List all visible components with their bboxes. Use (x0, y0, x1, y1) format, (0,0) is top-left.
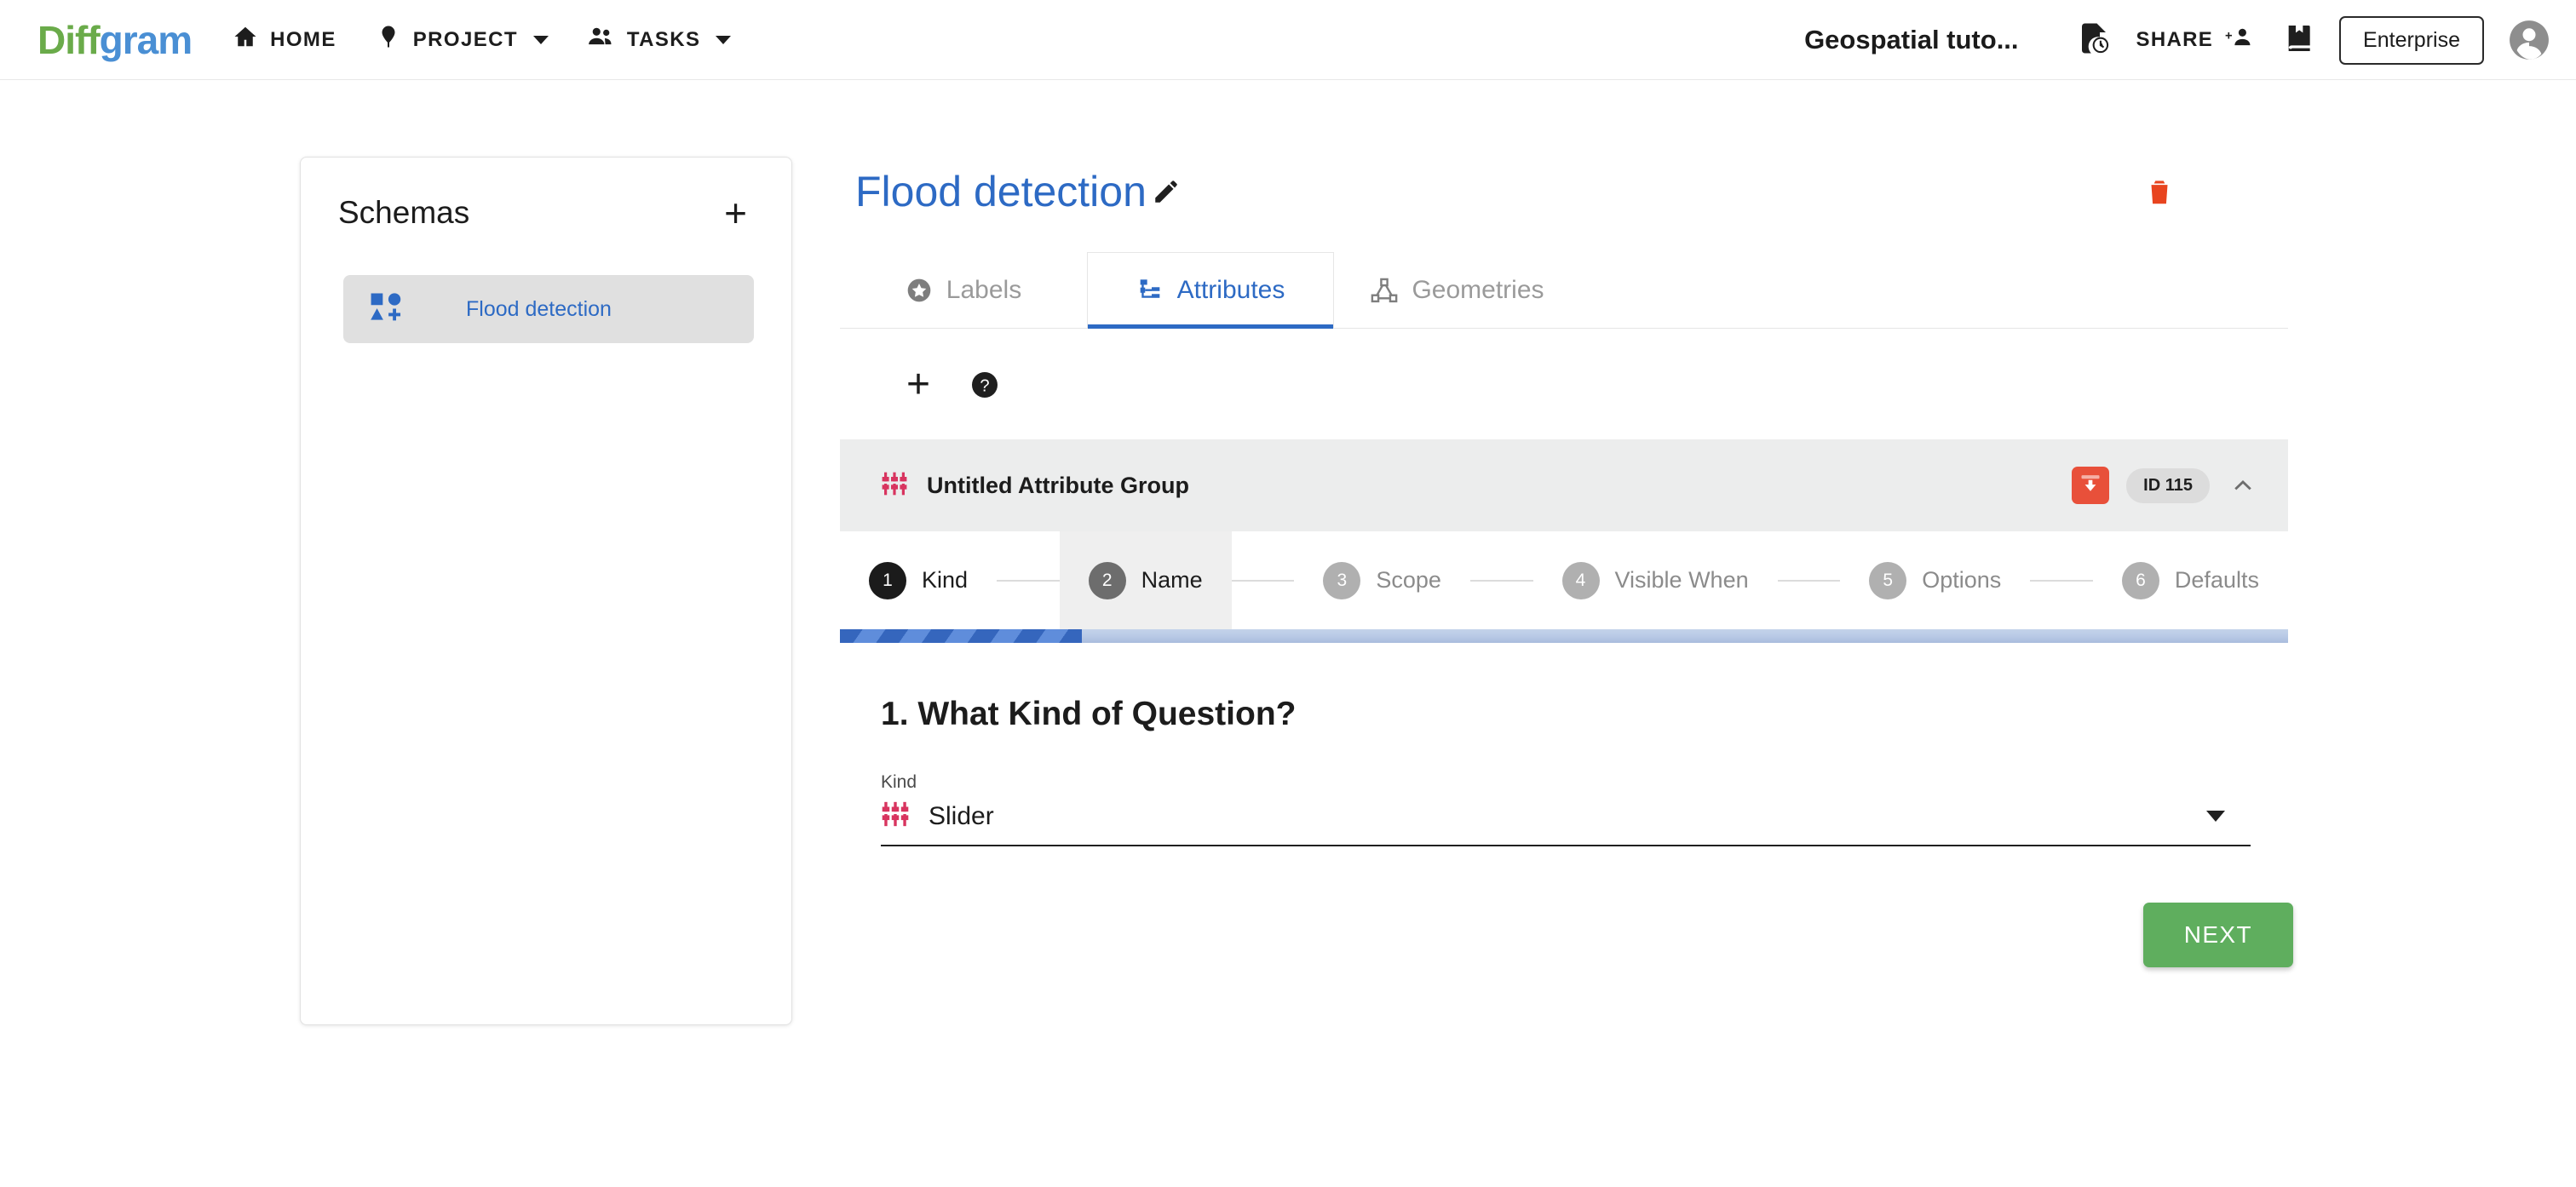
step-visible-when-label: Visible When (1614, 567, 1749, 593)
shapes-add-icon (367, 289, 405, 330)
step-name[interactable]: 2 Name (1059, 531, 1232, 629)
page-title[interactable]: Flood detection (855, 167, 1147, 216)
tab-labels-label: Labels (946, 275, 1022, 304)
nav-item-tasks-label: TASKS (626, 27, 701, 51)
nav-item-project[interactable]: PROJECT (376, 24, 549, 55)
guide-button[interactable] (2273, 13, 2327, 67)
file-clock-icon (2076, 20, 2112, 60)
step-options-label: Options (1922, 567, 2002, 593)
schemas-panel: Schemas + Flood detection (300, 157, 792, 1025)
step-connector (1469, 579, 1533, 582)
nav-item-home[interactable]: HOME (233, 24, 336, 55)
caret-down-icon (2206, 811, 2225, 822)
people-icon (588, 24, 615, 55)
sidebar-item-label: Flood detection (466, 296, 612, 321)
step-connector (1231, 579, 1295, 582)
tab-labels[interactable]: Labels (840, 252, 1087, 328)
account-tree-icon (1136, 277, 1164, 304)
logo-part-2: gram (99, 17, 193, 62)
step-options[interactable]: 5 Options (1840, 531, 2030, 629)
attribute-group-id-badge: ID 115 (2126, 467, 2210, 503)
step-defaults-number: 6 (2121, 561, 2159, 599)
logo-part-1: Diff (37, 17, 101, 62)
library-book-icon (2283, 21, 2317, 60)
help-circle-icon[interactable]: ? (969, 370, 1000, 400)
schemas-header: Schemas + (301, 158, 791, 232)
question-section: 1. What Kind of Question? Kind Slider NE… (840, 643, 2293, 967)
sidebar-item-flood-detection[interactable]: Flood detection (343, 275, 754, 343)
svg-text:?: ? (980, 377, 989, 396)
archive-attribute-group-button[interactable] (2072, 467, 2110, 504)
delete-schema-button[interactable] (2143, 175, 2176, 208)
attribute-stepper: 1 Kind 2 Name 3 Scope 4 Visible When 5 O… (840, 531, 2288, 629)
step-scope-number: 3 (1323, 561, 1361, 599)
project-title: Geospatial tuto... (1804, 25, 2019, 54)
chevron-down-icon (532, 35, 549, 44)
schema-title-row: Flood detection (840, 153, 2288, 230)
step-name-number: 2 (1088, 561, 1126, 599)
nav-item-project-label: PROJECT (412, 27, 518, 51)
attribute-group-header[interactable]: Untitled Attribute Group ID 115 (840, 439, 2288, 531)
slider-icon (881, 470, 908, 502)
add-attribute-group-button[interactable]: + (906, 364, 930, 405)
next-button[interactable]: NEXT (2142, 903, 2293, 967)
wizard-progress-fill (840, 629, 1082, 643)
nav-item-tasks[interactable]: TASKS (588, 24, 732, 55)
kind-select-value: Slider (929, 801, 994, 830)
step-visible-when-number: 4 (1561, 561, 1600, 599)
wizard-footer: NEXT (881, 903, 2329, 967)
nav-item-home-label: HOME (270, 27, 336, 51)
question-heading: 1. What Kind of Question? (881, 696, 1297, 732)
step-scope[interactable]: 3 Scope (1294, 531, 1470, 629)
vector-polygon-icon (1371, 277, 1398, 304)
app-header: Diffgram HOME PROJECT TASKS Geospatial t… (0, 0, 2576, 80)
schema-tabs: Labels Attributes Geometries (840, 252, 2288, 329)
step-defaults[interactable]: 6 Defaults (2093, 531, 2288, 629)
home-icon (233, 24, 258, 55)
share-button[interactable]: SHARE + (2136, 25, 2255, 56)
header-right-group: Geospatial tuto... SHARE + Enterprise (1804, 0, 2550, 80)
tab-attributes-label: Attributes (1176, 276, 1285, 304)
chevron-down-icon (716, 35, 732, 44)
step-kind-label: Kind (922, 567, 969, 593)
collapse-attribute-group-button[interactable] (2227, 469, 2259, 502)
step-scope-label: Scope (1376, 567, 1441, 593)
step-kind-number: 1 (869, 561, 906, 599)
tab-attributes[interactable]: Attributes (1087, 252, 1334, 329)
share-label: SHARE (2136, 28, 2214, 51)
svg-text:+: + (2225, 29, 2234, 43)
pending-jobs-button[interactable] (2067, 13, 2121, 67)
step-kind[interactable]: 1 Kind (840, 531, 997, 629)
wizard-progress-bar (840, 629, 2288, 643)
star-circle-icon (906, 277, 933, 304)
schemas-title: Schemas (338, 195, 470, 230)
add-schema-button[interactable]: + (719, 193, 752, 232)
attribute-group-controls: ID 115 (2072, 467, 2259, 504)
enterprise-button[interactable]: Enterprise (2339, 15, 2484, 65)
attribute-actions: + ? (840, 329, 2288, 439)
archive-down-icon (2079, 472, 2102, 500)
location-pin-icon (376, 24, 401, 55)
step-connector (997, 579, 1060, 582)
step-defaults-label: Defaults (2174, 567, 2259, 593)
tab-geometries-label: Geometries (1412, 275, 1544, 304)
avatar[interactable] (2508, 19, 2550, 61)
pencil-icon[interactable] (1152, 177, 1181, 206)
schema-detail-panel: Flood detection Labels Attributes Geomet… (840, 153, 2293, 1025)
kind-field-label: Kind (881, 772, 917, 792)
diffgram-logo[interactable]: Diffgram (37, 17, 193, 63)
slider-icon (881, 800, 910, 833)
step-connector (2030, 579, 2093, 582)
attribute-group-title: Untitled Attribute Group (927, 472, 1189, 498)
person-add-icon: + (2225, 25, 2254, 56)
page-body: Schemas + Flood detection Flood detectio… (0, 80, 2576, 1025)
step-options-number: 5 (1869, 561, 1907, 599)
step-name-label: Name (1141, 567, 1203, 593)
main-nav: HOME PROJECT TASKS (233, 24, 732, 55)
step-connector (1777, 579, 1841, 582)
kind-select[interactable]: Slider (881, 800, 2251, 846)
tab-geometries[interactable]: Geometries (1334, 252, 1581, 328)
step-visible-when[interactable]: 4 Visible When (1533, 531, 1778, 629)
